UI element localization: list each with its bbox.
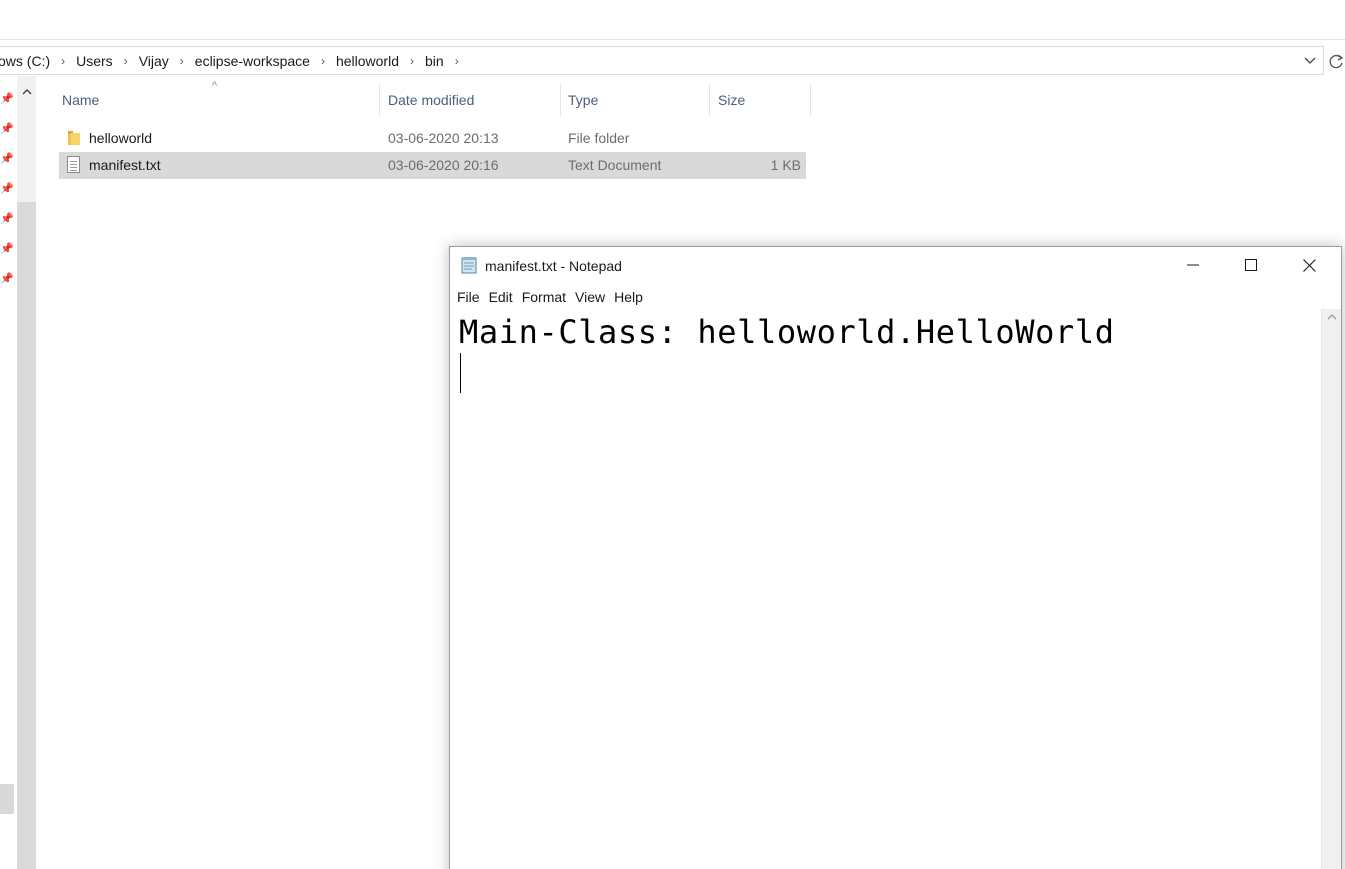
menu-file[interactable]: File — [453, 285, 484, 309]
menu-help[interactable]: Help — [610, 285, 647, 309]
navigation-pane[interactable]: 📌 📌 📌 📌 📌 📌 📌 — [0, 76, 36, 869]
file-type: Text Document — [568, 157, 662, 173]
breadcrumb-bin[interactable]: bin — [423, 53, 446, 69]
chevron-right-icon[interactable]: › — [115, 54, 137, 68]
scroll-up-icon[interactable] — [1322, 311, 1342, 327]
maximize-button[interactable] — [1222, 247, 1280, 283]
folder-icon — [68, 131, 80, 145]
pin-icon[interactable]: 📌 — [0, 182, 14, 196]
nav-selected-item[interactable] — [0, 784, 14, 814]
scroll-up-icon[interactable] — [17, 86, 36, 102]
nav-scrollbar-thumb[interactable] — [17, 202, 36, 869]
chevron-right-icon[interactable]: › — [171, 54, 193, 68]
breadcrumb-user[interactable]: Vijay — [137, 53, 171, 69]
pin-icon[interactable]: 📌 — [0, 152, 14, 166]
file-name: helloworld — [89, 130, 153, 146]
file-date: 03-06-2020 20:16 — [388, 157, 499, 173]
editor-content[interactable]: Main-Class: helloworld.HelloWorld — [459, 312, 1115, 352]
column-header-type[interactable]: Type — [564, 84, 710, 116]
breadcrumb-workspace[interactable]: eclipse-workspace — [193, 53, 312, 69]
address-bar[interactable]: ows (C:) › Users › Vijay › eclipse-works… — [0, 46, 1324, 75]
close-icon — [1302, 258, 1316, 272]
chevron-right-icon[interactable]: › — [401, 54, 423, 68]
refresh-icon[interactable] — [1328, 51, 1345, 71]
menu-view[interactable]: View — [571, 285, 609, 309]
breadcrumb-users[interactable]: Users — [74, 53, 115, 69]
minimize-icon — [1187, 264, 1199, 266]
explorer-ribbon-area — [0, 0, 1345, 40]
close-button[interactable] — [1280, 247, 1338, 283]
file-date: 03-06-2020 20:13 — [388, 130, 499, 146]
notepad-window[interactable]: manifest.txt - Notepad File Edit Format … — [449, 246, 1342, 869]
maximize-icon — [1245, 259, 1257, 271]
pin-icon[interactable]: 📌 — [0, 242, 14, 256]
notepad-menu-bar: File Edit Format View Help — [450, 285, 648, 309]
column-header-size[interactable]: Size — [714, 84, 811, 116]
menu-edit[interactable]: Edit — [485, 285, 517, 309]
pin-icon[interactable]: 📌 — [0, 212, 14, 226]
window-title: manifest.txt - Notepad — [485, 258, 622, 274]
menu-format[interactable]: Format — [518, 285, 570, 309]
chevron-right-icon[interactable]: › — [52, 54, 74, 68]
file-row-helloworld[interactable]: helloworld 03-06-2020 20:13 File folder — [59, 125, 806, 152]
editor-vertical-scrollbar[interactable] — [1321, 309, 1341, 869]
text-file-icon — [67, 156, 80, 173]
file-name: manifest.txt — [89, 157, 161, 173]
notepad-app-icon[interactable] — [460, 256, 479, 274]
file-list: ^ Name Date modified Type Size helloworl… — [58, 80, 818, 179]
text-caret — [460, 353, 461, 393]
minimize-button[interactable] — [1164, 247, 1222, 283]
file-size: 1 KB — [770, 157, 801, 173]
column-header-name[interactable]: Name — [58, 84, 380, 116]
notepad-title-bar[interactable]: manifest.txt - Notepad — [450, 247, 1341, 283]
breadcrumb: ows (C:) › Users › Vijay › eclipse-works… — [0, 47, 468, 74]
text-editor-area[interactable]: Main-Class: helloworld.HelloWorld — [450, 309, 1321, 869]
breadcrumb-drive[interactable]: ows (C:) — [0, 53, 52, 69]
pin-icon[interactable]: 📌 — [0, 122, 14, 136]
column-header-date[interactable]: Date modified — [384, 84, 561, 116]
pin-icon[interactable]: 📌 — [0, 92, 14, 106]
breadcrumb-project[interactable]: helloworld — [334, 53, 401, 69]
chevron-right-icon[interactable]: › — [312, 54, 334, 68]
pin-icon[interactable]: 📌 — [0, 272, 14, 286]
file-type: File folder — [568, 130, 630, 146]
column-headers: ^ Name Date modified Type Size — [58, 80, 818, 116]
chevron-down-icon[interactable] — [1303, 53, 1317, 67]
chevron-right-icon[interactable]: › — [446, 54, 468, 68]
file-row-manifest[interactable]: manifest.txt 03-06-2020 20:16 Text Docum… — [59, 152, 806, 179]
